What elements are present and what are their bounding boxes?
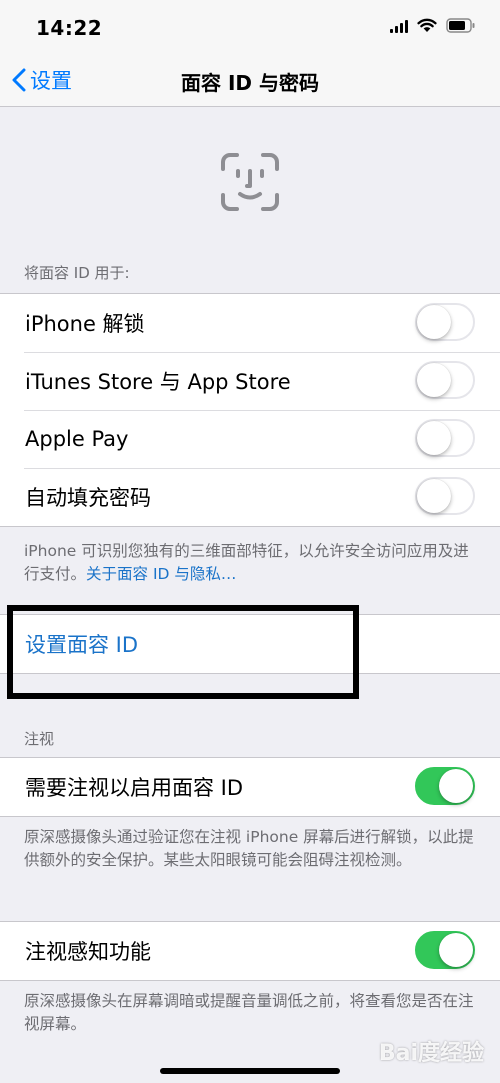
- wifi-icon: [417, 18, 437, 32]
- toggle-knob: [417, 305, 451, 339]
- cellular-signal-icon: [390, 19, 408, 33]
- row-label: 注视感知功能: [25, 940, 151, 964]
- iphone-unlock-toggle[interactable]: [415, 303, 475, 341]
- row-iphone-unlock: iPhone 解锁: [0, 294, 500, 352]
- home-indicator: [160, 1068, 340, 1074]
- status-icons: [390, 18, 476, 33]
- status-time: 14:22: [36, 16, 103, 40]
- setup-face-id-button[interactable]: 设置面容 ID: [0, 615, 500, 673]
- row-attention-aware: 注视感知功能: [0, 922, 500, 980]
- watermark: Bai度经验: [378, 1041, 484, 1066]
- battery-icon: [446, 18, 475, 33]
- use-for-header: 将面容 ID 用于:: [24, 264, 130, 282]
- attention-aware-toggle[interactable]: [415, 931, 475, 969]
- row-label: iPhone 解锁: [25, 312, 145, 336]
- itunes-app-store-toggle[interactable]: [415, 361, 475, 399]
- attention-aware-footer: 原深感摄像头在屏幕调暗或提醒音量调低之前，将查看您是否在注视屏幕。: [24, 992, 474, 1033]
- use-for-group: iPhone 解锁 iTunes Store 与 App Store Apple…: [0, 293, 500, 527]
- attention-aware-group: 注视感知功能: [0, 921, 500, 981]
- row-label: 需要注视以启用面容 ID: [25, 776, 244, 800]
- navigation-bar: 设置 面容 ID 与密码: [0, 56, 500, 107]
- require-attention-toggle[interactable]: [415, 767, 475, 805]
- setup-face-id-label: 设置面容 ID: [25, 633, 139, 657]
- apple-pay-toggle[interactable]: [415, 419, 475, 457]
- toggle-knob: [439, 769, 473, 803]
- toggle-knob: [417, 421, 451, 455]
- attention-header: 注视: [24, 730, 55, 748]
- password-autofill-toggle[interactable]: [415, 477, 475, 515]
- attention-group: 需要注视以启用面容 ID: [0, 757, 500, 817]
- page-title: 面容 ID 与密码: [181, 71, 319, 95]
- row-itunes-app-store: iTunes Store 与 App Store: [0, 352, 500, 410]
- setup-group: 设置面容 ID: [0, 614, 500, 674]
- row-password-autofill: 自动填充密码: [0, 468, 500, 526]
- status-bar: 14:22: [0, 0, 500, 56]
- row-label: 自动填充密码: [25, 486, 151, 510]
- row-require-attention: 需要注视以启用面容 ID: [0, 758, 500, 816]
- toggle-knob: [417, 479, 451, 513]
- require-attention-footer: 原深感摄像头通过验证您在注视 iPhone 屏幕后进行解锁，以此提供额外的安全保…: [24, 828, 474, 869]
- privacy-link[interactable]: 关于面容 ID 与隐私…: [86, 565, 236, 583]
- use-for-footer: iPhone 可识别您独有的三维面部特征，以允许安全访问应用及进行支付。关于面容…: [24, 540, 478, 586]
- row-label: iTunes Store 与 App Store: [25, 370, 291, 394]
- toggle-knob: [417, 363, 451, 397]
- face-id-illustration: [0, 107, 500, 257]
- toggle-knob: [439, 933, 473, 967]
- face-id-icon: [221, 153, 279, 211]
- row-apple-pay: Apple Pay: [0, 410, 500, 468]
- row-label: Apple Pay: [25, 427, 129, 451]
